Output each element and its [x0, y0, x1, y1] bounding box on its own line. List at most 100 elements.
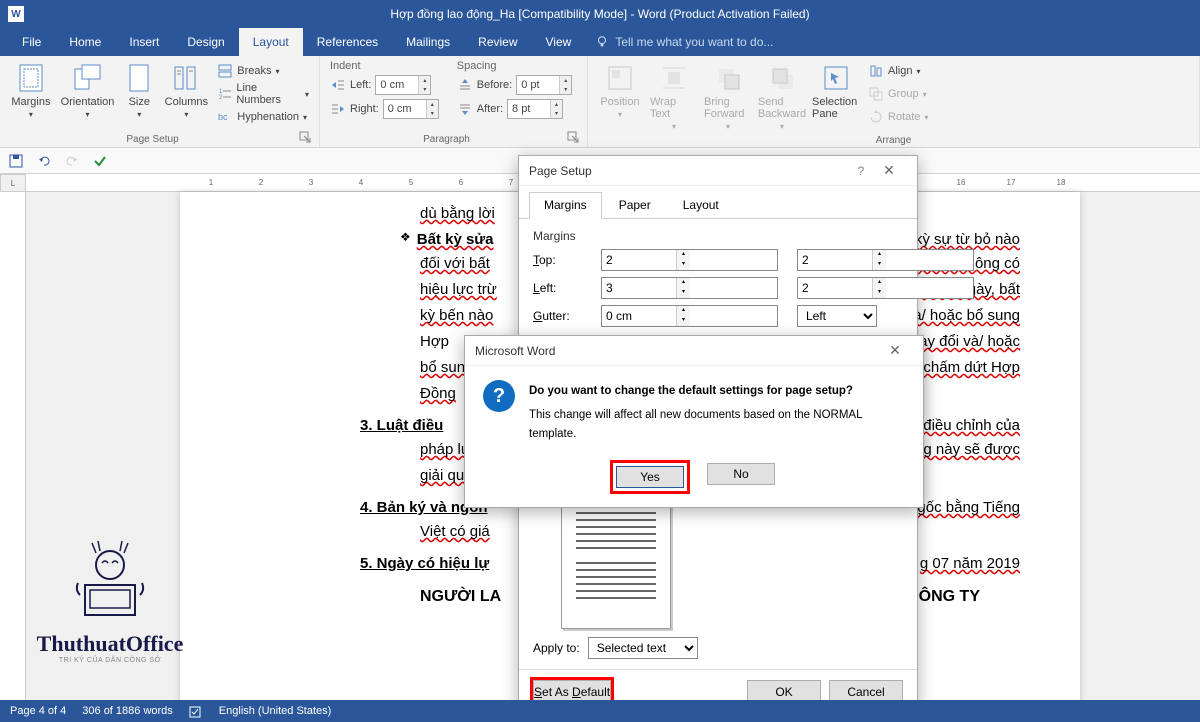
tab-insert[interactable]: Insert — [115, 28, 173, 56]
page-setup-title: Page Setup — [529, 164, 592, 178]
gutter-spinner[interactable]: ▴▾ — [676, 306, 690, 326]
margins-section-label: Margins — [533, 229, 903, 243]
no-button[interactable]: No — [707, 463, 775, 485]
tab-review[interactable]: Review — [464, 28, 531, 56]
orientation-button[interactable]: Orientation▾ — [58, 60, 117, 121]
vertical-ruler[interactable] — [0, 192, 26, 704]
spacing-before-spinner[interactable]: ▴▾ — [559, 76, 571, 94]
tab-view[interactable]: View — [532, 28, 586, 56]
brand-tagline: TRI KỶ CỦA DÂN CÔNG SỞ — [30, 657, 190, 664]
breaks-icon — [217, 63, 233, 79]
redo-qat-icon[interactable] — [62, 151, 82, 171]
word-app-icon: W — [8, 6, 24, 22]
position-button: Position▾ — [594, 60, 646, 121]
tab-layout[interactable]: Layout — [239, 28, 303, 56]
paragraph-launcher-icon[interactable] — [567, 131, 581, 145]
gutter-label: Gutter: — [533, 309, 593, 323]
wrap-text-button: Wrap Text▾ — [648, 60, 700, 133]
bring-forward-icon — [712, 62, 744, 94]
align-button[interactable]: Align ▾ — [864, 60, 932, 82]
columns-icon — [170, 62, 202, 94]
gutter-position-select[interactable]: Left — [797, 305, 877, 327]
status-bar: Page 4 of 4 306 of 1886 words English (U… — [0, 700, 1200, 722]
page-setup-titlebar[interactable]: Page Setup ? ✕ — [519, 156, 917, 186]
hyphenation-icon: bc — [217, 109, 233, 125]
tab-paper[interactable]: Paper — [604, 192, 666, 218]
orientation-icon — [71, 62, 103, 94]
size-button[interactable]: Size▾ — [119, 60, 159, 121]
confirm-message-1: Do you want to change the default settin… — [529, 382, 907, 400]
svg-text:2: 2 — [219, 95, 223, 101]
send-backward-button: Send Backward▾ — [756, 60, 808, 133]
ruler-corner: L — [0, 174, 26, 192]
undo-qat-icon[interactable] — [34, 151, 54, 171]
tab-design[interactable]: Design — [173, 28, 238, 56]
margins-icon — [15, 62, 47, 94]
apply-to-label: Apply to: — [533, 641, 580, 655]
rotate-button[interactable]: Rotate ▾ — [864, 106, 932, 128]
selection-pane-button[interactable]: Selection Pane — [810, 60, 862, 122]
tab-margins[interactable]: Margins — [529, 192, 602, 219]
align-icon — [868, 63, 884, 79]
diamond-bullet-icon: ❖ — [400, 228, 411, 252]
margins-button[interactable]: Margins▾ — [6, 60, 56, 121]
spacing-after-icon — [457, 101, 473, 117]
help-icon[interactable]: ? — [851, 164, 871, 178]
indent-right-row: Right:0 cm▴▾ — [326, 98, 443, 120]
confirm-close-icon[interactable]: ✕ — [877, 342, 913, 359]
rotate-icon — [868, 109, 884, 125]
confirm-title: Microsoft Word — [475, 344, 555, 358]
question-icon: ? — [483, 380, 515, 412]
line-numbers-button[interactable]: 12Line Numbers ▾ — [213, 83, 313, 105]
preview-thumbnail — [561, 499, 671, 629]
spacing-after-row: After:8 pt▴▾ — [453, 98, 576, 120]
confirm-message-2: This change will affect all new document… — [529, 406, 907, 443]
indent-left-row: Left:0 cm▴▾ — [326, 74, 443, 96]
top-spinner[interactable]: ▴▾ — [676, 250, 690, 270]
page-setup-group-label: Page Setup — [6, 132, 299, 145]
yes-button[interactable]: Yes — [616, 466, 684, 488]
bring-forward-button: Bring Forward▾ — [702, 60, 754, 133]
qat-check-icon[interactable] — [90, 151, 110, 171]
status-language[interactable]: English (United States) — [219, 705, 332, 717]
columns-button[interactable]: Columns▾ — [161, 60, 211, 121]
tab-file[interactable]: File — [8, 28, 55, 56]
lightbulb-icon — [595, 35, 609, 49]
group-button[interactable]: Group ▾ — [864, 83, 932, 105]
page-setup-launcher-icon[interactable] — [299, 131, 313, 145]
indent-right-icon — [330, 101, 346, 117]
spacing-before-row: Before:0 pt▴▾ — [453, 74, 576, 96]
tab-layout-ps[interactable]: Layout — [668, 192, 734, 218]
save-qat-icon[interactable] — [6, 151, 26, 171]
tab-references[interactable]: References — [303, 28, 392, 56]
send-backward-icon — [766, 62, 798, 94]
close-icon[interactable]: ✕ — [871, 162, 907, 179]
indent-label: Indent — [326, 60, 443, 72]
indent-left-spinner[interactable]: ▴▾ — [418, 76, 430, 94]
wrap-text-icon — [658, 62, 690, 94]
window-title: Hợp đồng lao động_Ha [Compatibility Mode… — [390, 7, 809, 21]
svg-text:bc: bc — [218, 112, 228, 122]
arrange-group-label: Arrange — [594, 133, 1193, 146]
ribbon-tabs: File Home Insert Design Layout Reference… — [0, 28, 1200, 56]
tell-me-search[interactable]: Tell me what you want to do... — [595, 35, 773, 49]
status-page[interactable]: Page 4 of 4 — [10, 705, 66, 717]
status-words[interactable]: 306 of 1886 words — [82, 705, 173, 717]
breaks-button[interactable]: Breaks ▾ — [213, 60, 313, 82]
paragraph-group-label: Paragraph — [326, 132, 567, 145]
hyphenation-button[interactable]: bcHyphenation ▾ — [213, 106, 313, 128]
group-icon — [868, 86, 884, 102]
tab-mailings[interactable]: Mailings — [392, 28, 464, 56]
position-icon — [604, 62, 636, 94]
bottom-spinner[interactable]: ▴▾ — [872, 250, 886, 270]
indent-right-spinner[interactable]: ▴▾ — [426, 100, 438, 118]
confirm-titlebar[interactable]: Microsoft Word ✕ — [465, 336, 923, 366]
apply-to-select[interactable]: Selected text — [588, 637, 698, 659]
tab-home[interactable]: Home — [55, 28, 115, 56]
status-proofing-icon[interactable] — [189, 704, 203, 718]
left-spinner[interactable]: ▴▾ — [676, 278, 690, 298]
spacing-after-spinner[interactable]: ▴▾ — [550, 100, 562, 118]
right-spinner[interactable]: ▴▾ — [872, 278, 886, 298]
left-label: Left: — [533, 281, 593, 295]
spacing-label: Spacing — [453, 60, 576, 72]
